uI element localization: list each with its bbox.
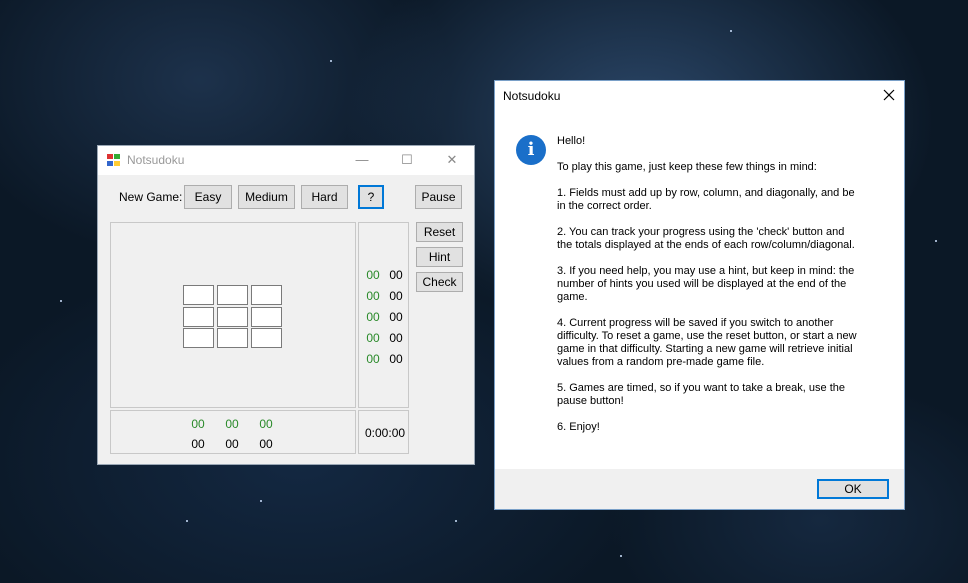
row-total-current: 00: [366, 352, 380, 366]
dialog-rule: 6. Enjoy!: [557, 421, 600, 433]
easy-button[interactable]: Easy: [184, 185, 232, 209]
row-totals-panel: 00 00 00 00 00 00 00 00 00 00: [358, 222, 409, 408]
title-bar: Notsudoku — ☐ ✕: [98, 146, 474, 175]
grid-cell[interactable]: [183, 307, 214, 327]
column-total-current: 00: [225, 417, 239, 431]
minimize-button[interactable]: —: [342, 146, 382, 175]
grid-cell[interactable]: [183, 285, 214, 305]
row-total-current: 00: [366, 268, 380, 282]
grid-cell[interactable]: [251, 307, 282, 327]
dialog-title-bar: Notsudoku: [495, 81, 904, 111]
grid-cell[interactable]: [217, 307, 248, 327]
app-icon: [107, 154, 120, 166]
ok-button[interactable]: OK: [817, 479, 889, 499]
column-total-target: 00: [191, 437, 205, 451]
close-button[interactable]: ✕: [432, 146, 472, 175]
dialog-rule: 1. Fields must add up by row, column, an…: [557, 187, 855, 212]
grid-cell[interactable]: [183, 328, 214, 348]
column-total-target: 00: [225, 437, 239, 451]
row-total-target: 00: [389, 331, 403, 345]
row-total-target: 00: [389, 310, 403, 324]
help-button[interactable]: ?: [358, 185, 384, 209]
star: [330, 60, 332, 62]
help-dialog: Notsudoku i Hello! To play this game, ju…: [494, 80, 905, 510]
close-icon: [883, 89, 895, 101]
dialog-body: i Hello! To play this game, just keep th…: [495, 111, 904, 469]
column-totals-panel: 00 00 00 00 00 00: [110, 410, 356, 454]
star: [60, 300, 62, 302]
row-total-current: 00: [366, 289, 380, 303]
game-board-panel: [110, 222, 356, 408]
row-total-current: 00: [366, 331, 380, 345]
star: [935, 240, 937, 242]
new-game-label: New Game:: [119, 190, 183, 204]
timer-panel: 0:00:00: [358, 410, 409, 454]
dialog-intro: To play this game, just keep these few t…: [557, 161, 817, 173]
dialog-greeting: Hello!: [557, 135, 586, 147]
maximize-button[interactable]: ☐: [387, 146, 427, 175]
star: [730, 30, 732, 32]
dialog-rule: 3. If you need help, you may use a hint,…: [557, 265, 855, 303]
star: [455, 520, 457, 522]
row-total-current: 00: [366, 310, 380, 324]
check-button[interactable]: Check: [416, 272, 463, 292]
pause-button[interactable]: Pause: [415, 185, 462, 209]
timer-display: 0:00:00: [365, 426, 406, 440]
column-total-current: 00: [191, 417, 205, 431]
dialog-title: Notsudoku: [503, 89, 561, 103]
star: [186, 520, 188, 522]
dialog-rule: 2. You can track your progress using the…: [557, 226, 855, 251]
reset-button[interactable]: Reset: [416, 222, 463, 242]
grid-cell[interactable]: [217, 328, 248, 348]
window-title: Notsudoku: [127, 153, 185, 167]
dialog-close-button[interactable]: [874, 81, 904, 111]
dialog-rule: 5. Games are timed, so if you want to ta…: [557, 382, 845, 407]
grid-cell[interactable]: [251, 328, 282, 348]
column-total-current: 00: [259, 417, 273, 431]
hint-button[interactable]: Hint: [416, 247, 463, 267]
star: [620, 555, 622, 557]
row-total-target: 00: [389, 352, 403, 366]
notsudoku-main-window: Notsudoku — ☐ ✕ New Game: Easy Medium Ha…: [97, 145, 475, 465]
column-total-target: 00: [259, 437, 273, 451]
hard-button[interactable]: Hard: [301, 185, 348, 209]
medium-button[interactable]: Medium: [238, 185, 295, 209]
star: [260, 500, 262, 502]
row-total-target: 00: [389, 268, 403, 282]
dialog-message: Hello! To play this game, just keep thes…: [557, 135, 887, 447]
row-total-target: 00: [389, 289, 403, 303]
grid-cell[interactable]: [217, 285, 248, 305]
dialog-rule: 4. Current progress will be saved if you…: [557, 317, 857, 368]
grid-cell[interactable]: [251, 285, 282, 305]
info-icon: i: [516, 135, 546, 165]
